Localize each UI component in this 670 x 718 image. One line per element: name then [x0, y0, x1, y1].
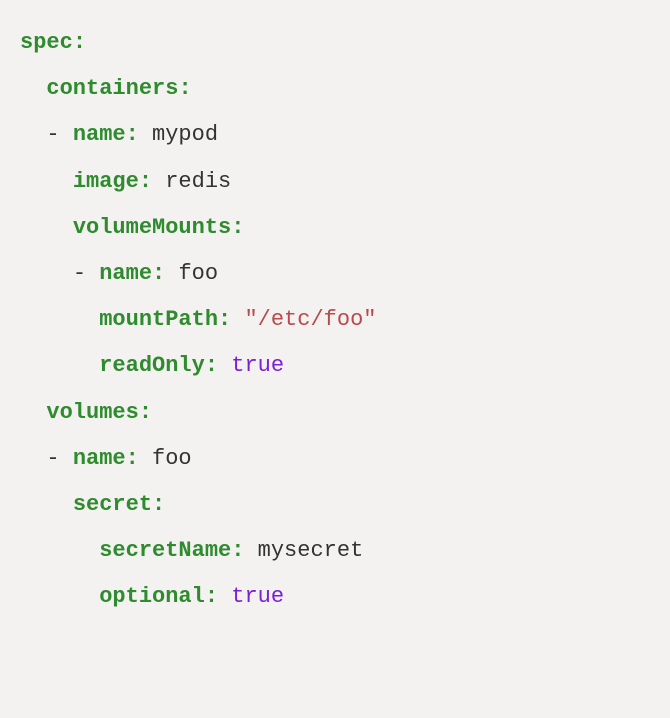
key-spec: spec [20, 30, 73, 55]
list-dash: - [46, 122, 59, 147]
key-volumemounts: volumeMounts [73, 215, 231, 240]
key-name: name [73, 122, 126, 147]
colon: : [73, 30, 86, 55]
key-secret: secret [73, 492, 152, 517]
key-readonly: readOnly [99, 353, 205, 378]
key-vm-name: name [99, 261, 152, 286]
key-vol-name: name [73, 446, 126, 471]
list-dash: - [46, 446, 59, 471]
val-readonly: true [231, 353, 284, 378]
colon: : [139, 400, 152, 425]
yaml-code-block: spec: containers: - name: mypod image: r… [20, 20, 650, 620]
val-mountpath: "/etc/foo" [244, 307, 376, 332]
colon: : [152, 492, 165, 517]
val-vm-name: foo [178, 261, 218, 286]
list-dash: - [73, 261, 86, 286]
key-mountpath: mountPath [99, 307, 218, 332]
key-secretname: secretName [99, 538, 231, 563]
val-vol-name: foo [152, 446, 192, 471]
val-container-name: mypod [152, 122, 218, 147]
colon: : [178, 76, 191, 101]
key-volumes: volumes [46, 400, 138, 425]
colon: : [231, 215, 244, 240]
val-secretname: mysecret [258, 538, 364, 563]
colon: : [218, 307, 231, 332]
key-image: image [73, 169, 139, 194]
val-image: redis [165, 169, 231, 194]
colon: : [152, 261, 165, 286]
colon: : [126, 446, 139, 471]
key-optional: optional [99, 584, 205, 609]
key-containers: containers [46, 76, 178, 101]
colon: : [231, 538, 244, 563]
colon: : [205, 353, 218, 378]
colon: : [139, 169, 152, 194]
colon: : [205, 584, 218, 609]
val-optional: true [231, 584, 284, 609]
colon: : [126, 122, 139, 147]
